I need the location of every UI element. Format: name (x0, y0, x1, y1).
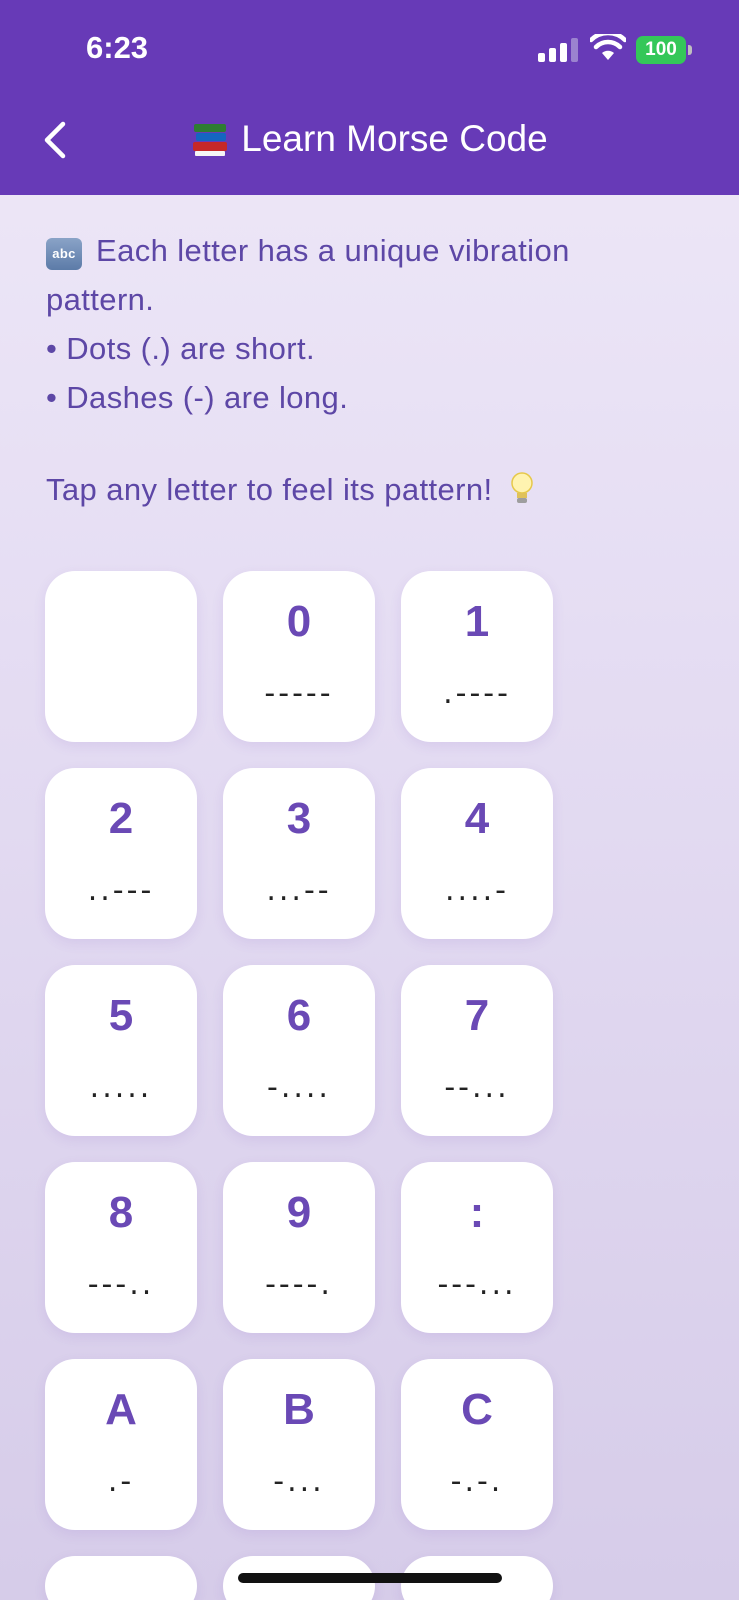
morse-key-card[interactable]: B -... (223, 1359, 375, 1530)
key-morse-code: -... (273, 1464, 325, 1499)
books-icon (193, 124, 228, 156)
intro-line-1: abc Each letter has a unique vibration (46, 226, 706, 275)
morse-key-card-partial[interactable] (45, 1556, 197, 1600)
morse-key-card[interactable]: 5..... (45, 965, 197, 1136)
key-character: 0 (286, 597, 312, 646)
key-morse-code: ----- (264, 676, 334, 711)
key-character: B (283, 1385, 315, 1434)
key-morse-code: ..--- (87, 873, 155, 908)
morse-key-card[interactable]: 1 .---- (401, 571, 553, 742)
key-morse-code: -.... (267, 1070, 331, 1105)
morse-key-card[interactable]: 7 --... (401, 965, 553, 1136)
battery-icon: 100 (636, 36, 692, 64)
light-bulb-icon (510, 472, 533, 503)
app-header: 6:23 100 Learn Morse Code (0, 0, 739, 195)
key-character: 2 (108, 794, 134, 843)
key-character: 3 (286, 794, 312, 843)
key-character: 1 (464, 597, 490, 646)
key-morse-code: --... (444, 1070, 510, 1105)
cellular-signal-icon (538, 38, 578, 62)
intro-line-2: pattern. (46, 282, 155, 317)
key-character: C (461, 1385, 493, 1434)
morse-key-card[interactable]: 0 ----- (223, 571, 375, 742)
page-title: Learn Morse Code (241, 118, 548, 159)
home-indicator (238, 1573, 502, 1583)
intro-line-dashes: • Dashes (-) are long. (46, 380, 349, 415)
key-character: : (469, 1188, 485, 1237)
key-character: 8 (108, 1188, 134, 1237)
morse-key-card[interactable] (45, 571, 197, 742)
key-morse-code: ...-- (266, 873, 332, 908)
morse-key-card[interactable]: 6 -.... (223, 965, 375, 1136)
key-morse-code: ---.. (87, 1267, 155, 1302)
battery-level: 100 (636, 36, 686, 64)
intro-line-dots: • Dots (.) are short. (46, 331, 316, 366)
key-morse-code: -.-. (450, 1464, 504, 1499)
page-title-row: Learn Morse Code (0, 118, 739, 160)
morse-key-card[interactable]: C -.-. (401, 1359, 553, 1530)
morse-key-card[interactable]: 8 ---.. (45, 1162, 197, 1333)
abc-icon: abc (46, 238, 82, 270)
morse-key-card[interactable]: A .- (45, 1359, 197, 1530)
wifi-icon (590, 34, 626, 60)
morse-key-card[interactable]: : ---... (401, 1162, 553, 1333)
intro-section: abc Each letter has a unique vibration pa… (46, 226, 706, 508)
key-character: 4 (464, 794, 490, 843)
key-character: 7 (464, 991, 490, 1040)
key-character: A (105, 1385, 137, 1434)
status-time: 6:23 (86, 30, 149, 65)
key-character: 6 (286, 991, 312, 1040)
key-morse-code: ....- (445, 873, 509, 908)
key-morse-code: ---... (437, 1267, 517, 1302)
key-morse-code: ..... (89, 1070, 153, 1105)
key-morse-code: .---- (443, 676, 511, 711)
morse-key-card[interactable]: 2 ..--- (45, 768, 197, 939)
morse-key-card[interactable]: 4 ....- (401, 768, 553, 939)
morse-key-card[interactable]: 3 ...-- (223, 768, 375, 939)
tap-hint: Tap any letter to feel its pattern! (46, 472, 706, 508)
morse-key-card[interactable]: 9 ----. (223, 1162, 375, 1333)
key-morse-code: .- (107, 1464, 135, 1499)
key-character: 5 (108, 991, 134, 1040)
key-morse-code: ----. (265, 1267, 333, 1302)
key-character: 9 (286, 1188, 312, 1237)
